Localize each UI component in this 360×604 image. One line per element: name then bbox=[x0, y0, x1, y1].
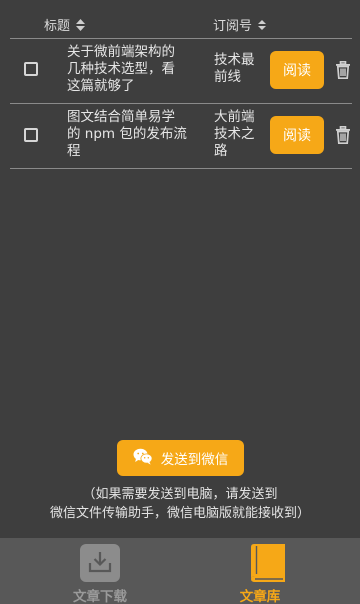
article-title-line: 的 npm 包的发布流 bbox=[67, 126, 187, 142]
article-title: 关于微前端架构的 几种技术选型，看 这篇就够了 bbox=[67, 44, 195, 95]
help-note-line-2: 微信文件传输助手，微信电脑版就能接收到） bbox=[49, 506, 310, 521]
send-button-label: 发送到微信 bbox=[160, 452, 229, 468]
sort-icon[interactable] bbox=[76, 18, 86, 31]
row-checkbox[interactable] bbox=[24, 62, 38, 76]
help-note-line-1: （如果需要发送到电脑，请发送到 bbox=[82, 487, 278, 502]
subscription-column-label: 订阅号 bbox=[213, 19, 253, 34]
article-library-screen: 标题 订阅号 关于微前端架构的 几种技术选型，看 这篇就够了 技术最 前线 阅读… bbox=[0, 0, 360, 604]
subscription-line: 技术之 bbox=[214, 126, 255, 142]
wechat-icon bbox=[133, 448, 153, 469]
subscription-line: 技术最 bbox=[214, 52, 255, 68]
tab-label: 文章库 bbox=[239, 589, 281, 604]
read-button[interactable]: 阅读 bbox=[270, 51, 324, 89]
tab-article-download[interactable]: 文章下载 bbox=[0, 538, 180, 604]
article-title-line: 这篇就够了 bbox=[67, 78, 135, 94]
table-row: 图文结合简单易学 的 npm 包的发布流 程 大前端 技术之 路 阅读 bbox=[0, 104, 360, 168]
title-column-header[interactable]: 标题 bbox=[44, 15, 86, 34]
subscription-line: 大前端 bbox=[214, 109, 255, 125]
table-header: 标题 订阅号 bbox=[0, 12, 360, 36]
article-title-line: 程 bbox=[67, 143, 81, 159]
subscription-line: 前线 bbox=[214, 69, 241, 85]
book-icon bbox=[249, 544, 289, 582]
row-divider bbox=[10, 168, 352, 169]
row-checkbox[interactable] bbox=[24, 128, 38, 142]
download-icon bbox=[80, 544, 120, 582]
bottom-tab-bar: 文章下载 文章库 bbox=[0, 538, 360, 604]
trash-icon[interactable] bbox=[333, 60, 353, 80]
article-title: 图文结合简单易学 的 npm 包的发布流 程 bbox=[67, 109, 195, 160]
subscription-column-header[interactable]: 订阅号 bbox=[213, 15, 267, 34]
subscription-name: 大前端 技术之 路 bbox=[214, 109, 268, 160]
article-title-line: 几种技术选型，看 bbox=[67, 61, 175, 77]
title-column-label: 标题 bbox=[44, 19, 71, 34]
article-title-line: 图文结合简单易学 bbox=[67, 109, 175, 125]
subscription-line: 路 bbox=[214, 143, 228, 159]
trash-icon[interactable] bbox=[333, 125, 353, 145]
table-row: 关于微前端架构的 几种技术选型，看 这篇就够了 技术最 前线 阅读 bbox=[0, 39, 360, 103]
subscription-name: 技术最 前线 bbox=[214, 52, 268, 86]
article-title-line: 关于微前端架构的 bbox=[67, 44, 175, 60]
tab-article-library[interactable]: 文章库 bbox=[180, 538, 360, 604]
read-button[interactable]: 阅读 bbox=[270, 116, 324, 154]
send-to-wechat-button[interactable]: 发送到微信 bbox=[117, 440, 244, 476]
sort-icon[interactable] bbox=[258, 19, 267, 31]
